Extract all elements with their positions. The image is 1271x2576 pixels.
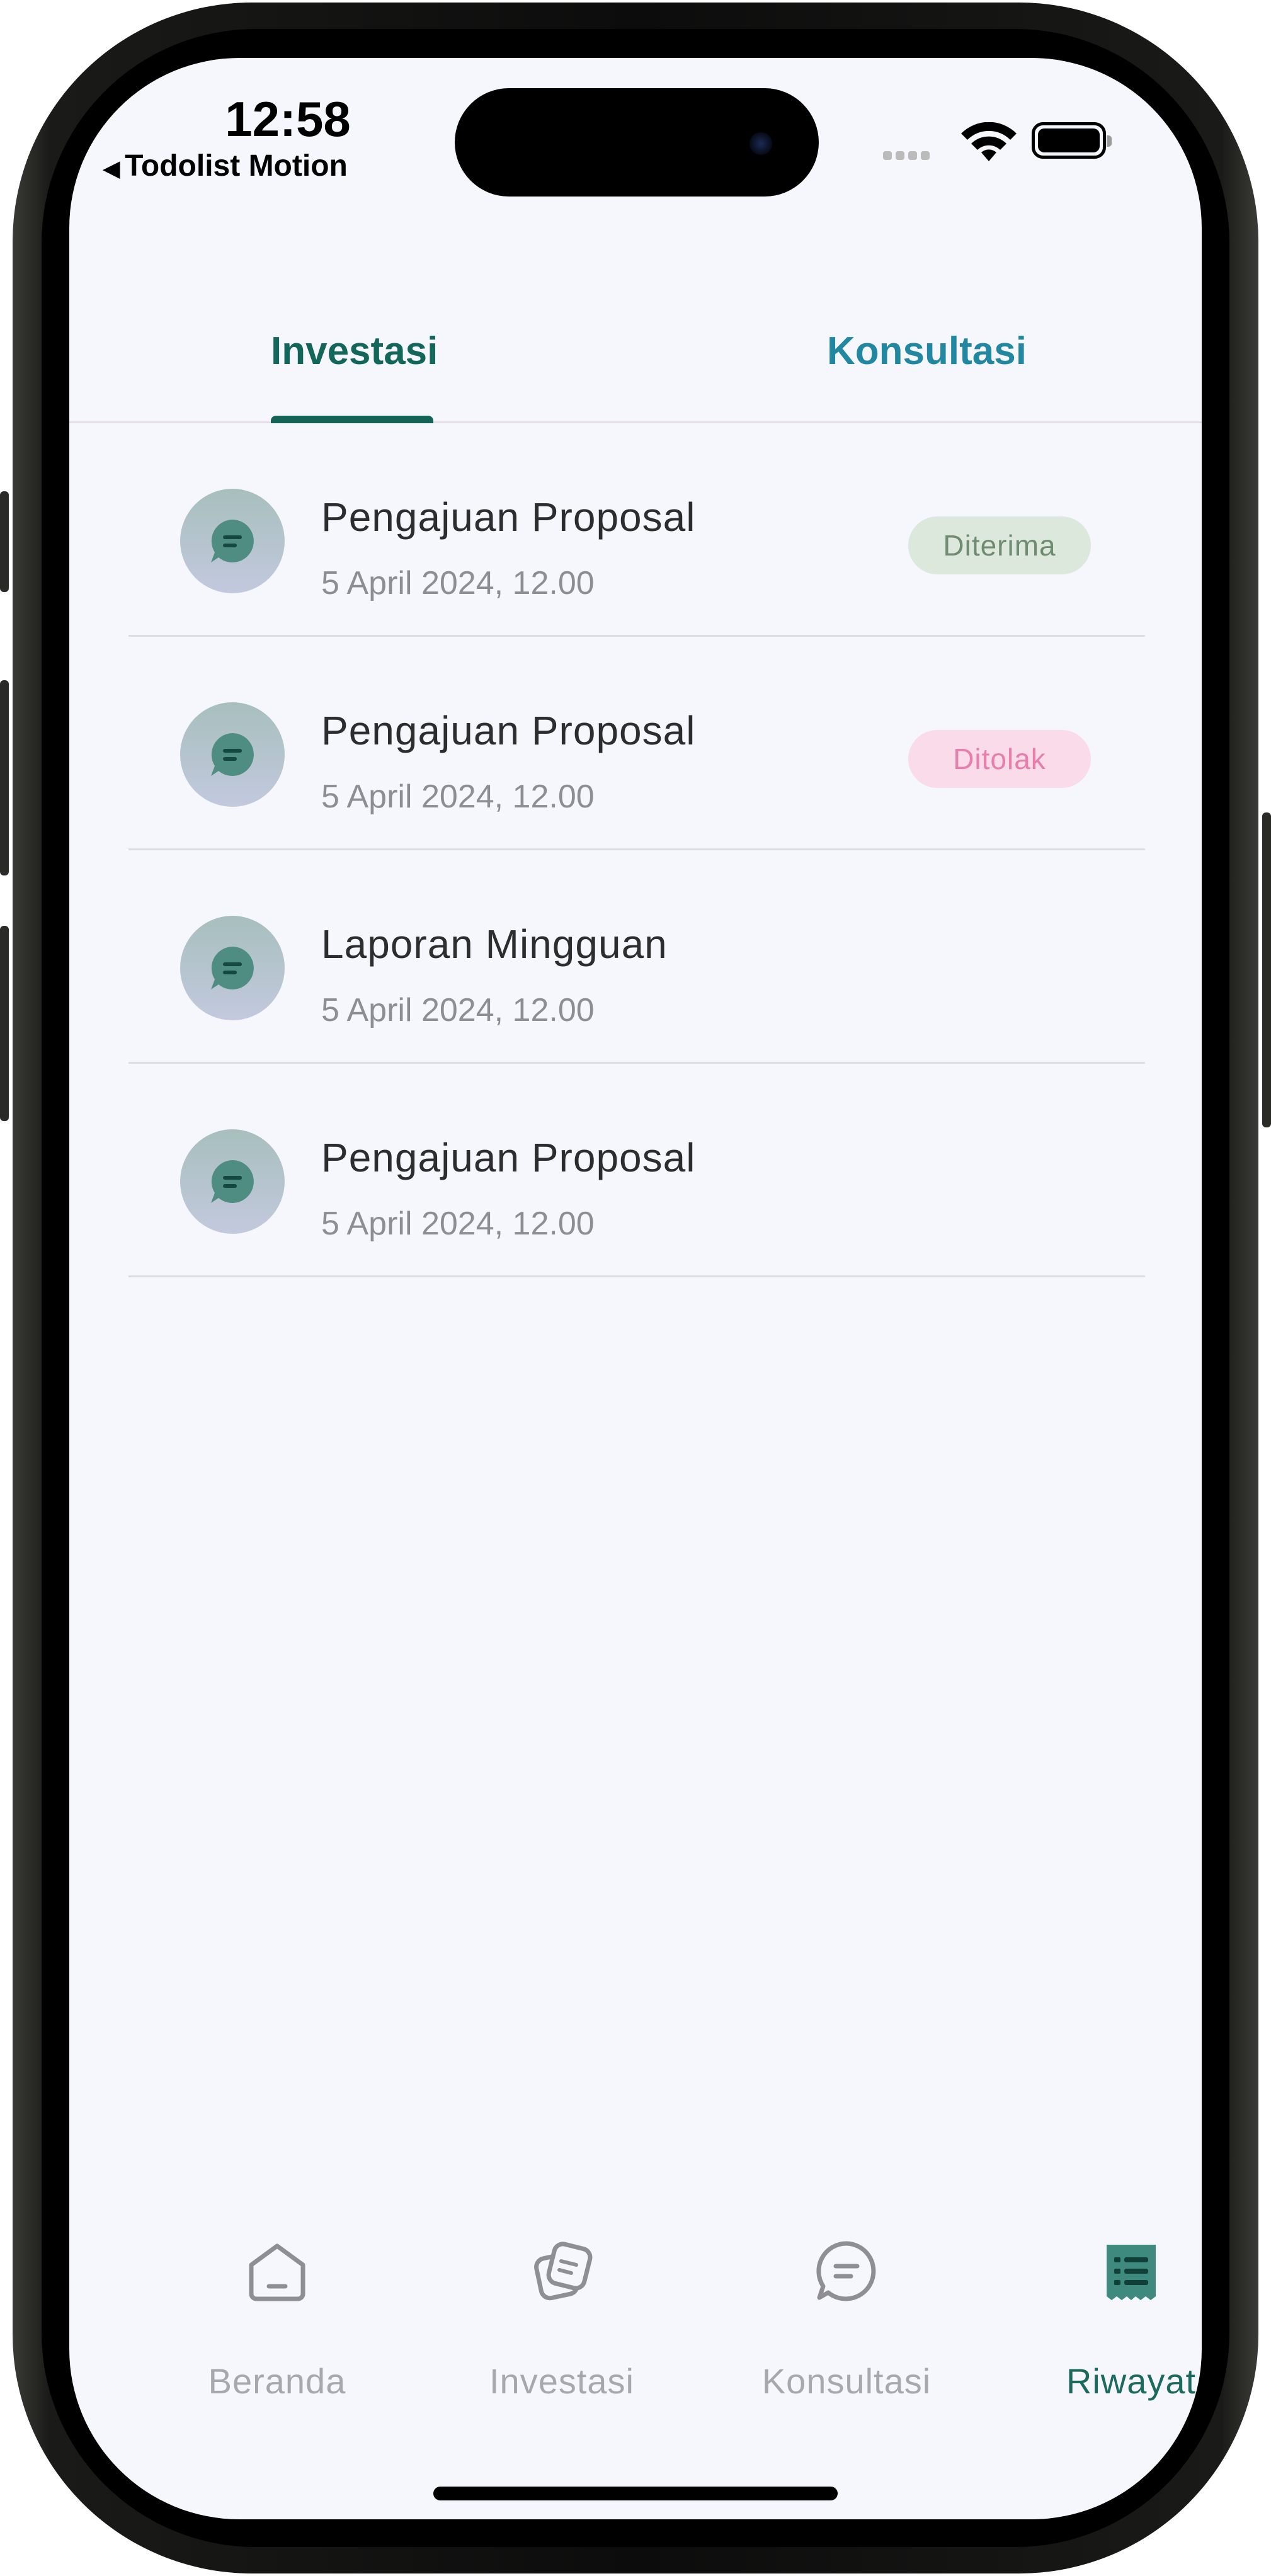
nav-investasi[interactable]: Investasi: [467, 2237, 656, 2401]
action-button: [0, 491, 9, 592]
list-item[interactable]: Laporan Mingguan 5 April 2024, 12.00: [128, 850, 1145, 1064]
history-list: Pengajuan Proposal 5 April 2024, 12.00 D…: [128, 423, 1145, 1277]
message-avatar: [180, 702, 285, 807]
chat-bubble-icon: [211, 733, 254, 776]
volume-up-button: [0, 680, 9, 875]
list-item[interactable]: Pengajuan Proposal 5 April 2024, 12.00 D…: [128, 637, 1145, 850]
nav-label: Riwayat: [1066, 2361, 1197, 2401]
camera-icon: [749, 132, 772, 155]
item-date: 5 April 2024, 12.00: [321, 565, 595, 601]
nav-label: Konsultasi: [761, 2361, 932, 2401]
back-to-app-link[interactable]: ◀ Todolist Motion: [103, 149, 348, 183]
item-date: 5 April 2024, 12.00: [321, 778, 595, 815]
tab-konsultasi[interactable]: Konsultasi: [827, 329, 1027, 373]
investment-icon: [534, 2242, 593, 2301]
item-title: Pengajuan Proposal: [321, 708, 696, 753]
wifi-icon: [961, 122, 1017, 161]
list-item[interactable]: Pengajuan Proposal 5 April 2024, 12.00 D…: [128, 423, 1145, 637]
history-list-icon: [1107, 2245, 1156, 2300]
status-time: 12:58: [225, 91, 351, 147]
power-button: [1262, 812, 1271, 1127]
message-avatar: [180, 916, 285, 1020]
list-item[interactable]: Pengajuan Proposal 5 April 2024, 12.00: [128, 1064, 1145, 1277]
item-title: Pengajuan Proposal: [321, 1135, 696, 1180]
nav-label: Beranda: [208, 2361, 346, 2401]
bottom-navigation: Beranda Investasi Konsultasi Riwayat: [69, 2237, 1202, 2426]
app-screen: 12:58 ◀ Todolist Motion Investasi Konsult…: [69, 58, 1202, 2519]
status-badge: Diterima: [908, 516, 1091, 574]
chat-bubble-icon: [211, 520, 254, 562]
tab-investasi[interactable]: Investasi: [271, 329, 438, 373]
active-tab-indicator: [271, 416, 433, 423]
home-indicator[interactable]: [433, 2487, 838, 2500]
home-icon: [249, 2243, 305, 2301]
item-date: 5 April 2024, 12.00: [321, 992, 595, 1029]
chat-bubble-icon: [211, 1160, 254, 1203]
nav-label: Investasi: [489, 2361, 634, 2401]
battery-icon: [1032, 122, 1112, 159]
cellular-signal-icon: [883, 151, 933, 163]
nav-konsultasi[interactable]: Konsultasi: [752, 2237, 941, 2401]
segment-tabs: Investasi Konsultasi: [69, 272, 1202, 423]
item-title: Pengajuan Proposal: [321, 494, 696, 540]
item-date: 5 April 2024, 12.00: [321, 1205, 595, 1242]
chat-icon: [816, 2241, 876, 2301]
status-badge: Ditolak: [908, 730, 1091, 788]
nav-riwayat[interactable]: Riwayat: [1037, 2237, 1202, 2401]
back-app-label: Todolist Motion: [125, 149, 348, 183]
dynamic-island: [455, 88, 819, 197]
back-triangle-icon: ◀: [103, 157, 120, 181]
volume-down-button: [0, 926, 9, 1121]
message-avatar: [180, 1129, 285, 1234]
nav-beranda[interactable]: Beranda: [183, 2237, 372, 2401]
chat-bubble-icon: [211, 947, 254, 989]
message-avatar: [180, 489, 285, 593]
item-title: Laporan Mingguan: [321, 921, 668, 967]
